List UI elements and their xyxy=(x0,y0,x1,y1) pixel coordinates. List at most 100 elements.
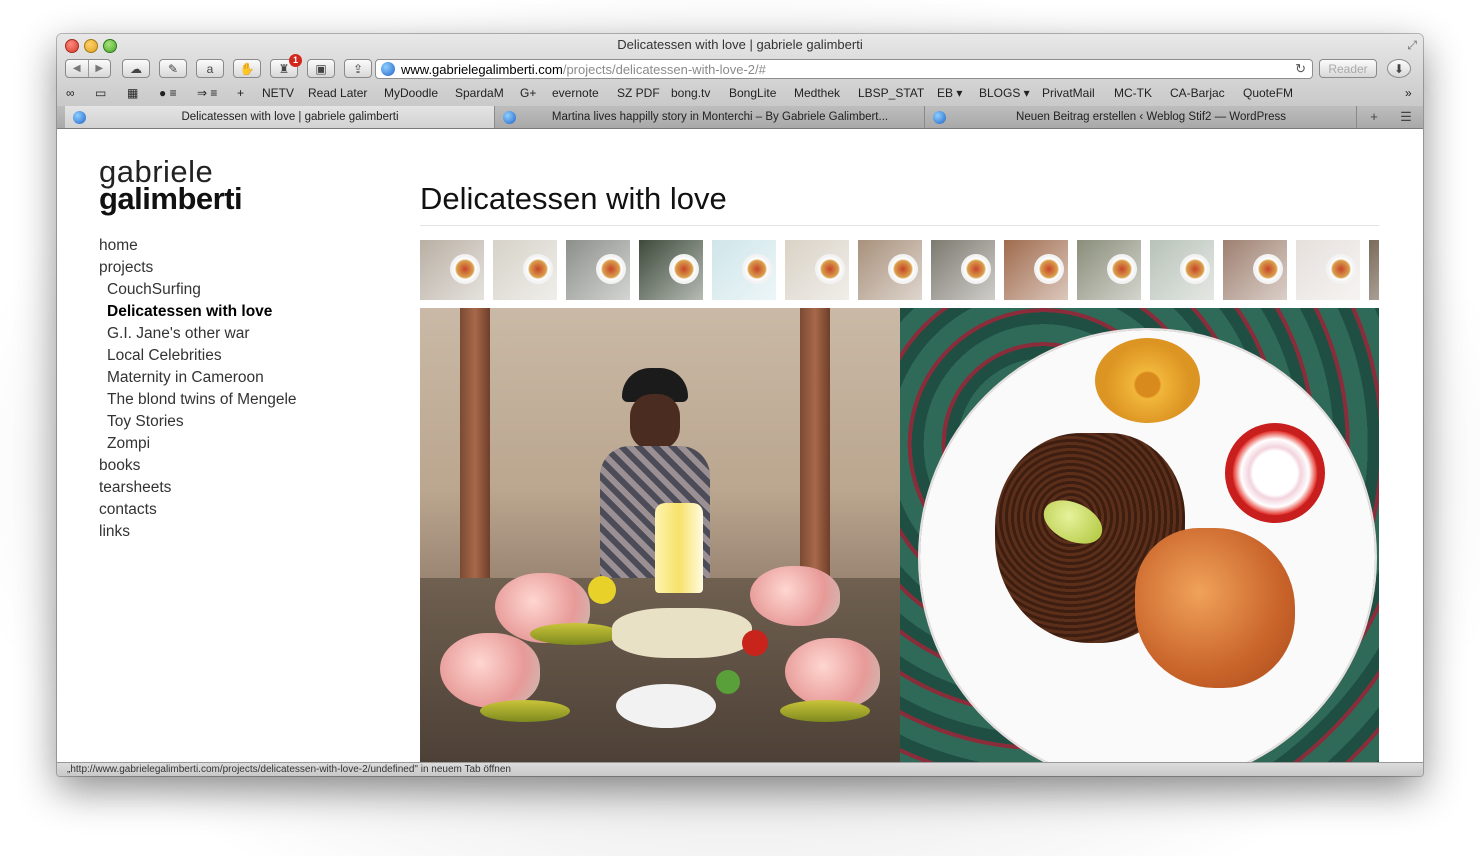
conch-shell xyxy=(750,566,840,626)
bookmark-medthek[interactable]: Medthek xyxy=(794,86,840,100)
thumbnail-plate xyxy=(450,254,480,284)
reader-button[interactable]: Reader xyxy=(1319,59,1377,78)
nav-project-local-celebrities[interactable]: Local Celebrities xyxy=(99,345,297,367)
nav-project-gi-jane[interactable]: G.I. Jane's other war xyxy=(99,323,297,345)
nav-project-blond-twins[interactable]: The blond twins of Mengele xyxy=(99,389,297,411)
bookmark-sz-pdf[interactable]: SZ PDF xyxy=(617,86,660,100)
bookmark-privatmail[interactable]: PrivatMail xyxy=(1042,86,1095,100)
banana xyxy=(530,623,620,645)
nav-project-zompi[interactable]: Zompi xyxy=(99,433,297,455)
top-sites-icon[interactable]: ▦ xyxy=(127,86,138,100)
apple-menu-icon[interactable]: ● ≡ xyxy=(159,86,177,100)
thumbnail[interactable] xyxy=(1150,240,1214,300)
amazon-button[interactable]: a xyxy=(196,59,224,78)
nav-books[interactable]: books xyxy=(99,455,297,477)
thumbnail-plate xyxy=(523,254,553,284)
bookmarks-book-icon[interactable]: ▭ xyxy=(95,86,106,100)
tab-delicatessen[interactable]: Delicatessen with love | gabriele galimb… xyxy=(65,106,495,128)
thumbnail[interactable] xyxy=(1077,240,1141,300)
tab-overview-icon[interactable]: ☰ xyxy=(1391,106,1421,128)
thumbnail[interactable] xyxy=(566,240,630,300)
address-bar[interactable]: www.gabrielegalimberti.com/projects/deli… xyxy=(375,59,1313,79)
amazon-icon: a xyxy=(206,61,214,76)
thumbnail-plate xyxy=(669,254,699,284)
tab-bar: Delicatessen with love | gabriele galimb… xyxy=(57,106,1423,129)
tool-button[interactable]: ✎ xyxy=(159,59,187,78)
thumbnail[interactable] xyxy=(931,240,995,300)
face xyxy=(630,394,680,450)
globe-icon xyxy=(73,110,86,124)
icloud-button[interactable]: ☁ xyxy=(122,59,150,78)
thumbnail[interactable] xyxy=(420,240,484,300)
bookmark-evernote[interactable]: evernote xyxy=(552,86,599,100)
nav-project-maternity[interactable]: Maternity in Cameroon xyxy=(99,367,297,389)
fullscreen-icon[interactable]: ⤢ xyxy=(1407,38,1417,53)
banana xyxy=(780,700,870,722)
globe-icon xyxy=(933,110,946,124)
screenshot-button[interactable]: ▣ xyxy=(307,59,335,78)
photo-portrait-half xyxy=(420,308,900,762)
bookmarks-bar: ∞ ▭ ▦ ● ≡ ⇒ ≡ + NETV Read Later MyDoodle… xyxy=(57,84,1423,102)
bookmark-eb[interactable]: EB ▾ xyxy=(937,86,962,100)
thumbnail[interactable] xyxy=(493,240,557,300)
redirect-menu-icon[interactable]: ⇒ ≡ xyxy=(197,86,217,100)
thumbnail-plate xyxy=(1107,254,1137,284)
site-nav: home projects CouchSurfing Delicatessen … xyxy=(99,235,297,543)
back-forward-buttons[interactable]: ◀ ▶ xyxy=(65,59,111,78)
thumbnail[interactable] xyxy=(639,240,703,300)
bookmark-netv[interactable]: NETV xyxy=(262,86,294,100)
stewed-chicken xyxy=(1135,528,1295,688)
bookmark-bonglite[interactable]: BongLite xyxy=(729,86,776,100)
bookmark-gplus[interactable]: G+ xyxy=(520,86,536,100)
nav-home[interactable]: home xyxy=(99,235,297,257)
thumbnail[interactable] xyxy=(858,240,922,300)
nav-contacts[interactable]: contacts xyxy=(99,499,297,521)
notification-button[interactable]: ♜ 1 xyxy=(270,54,302,78)
more-bookmarks-icon[interactable]: » xyxy=(1405,86,1412,100)
tab-martina[interactable]: Martina lives happilly story in Monterch… xyxy=(495,106,925,128)
bookmark-bongtv[interactable]: bong.tv xyxy=(671,86,710,100)
thumbnail[interactable] xyxy=(1369,240,1379,300)
tab-wordpress[interactable]: Neuen Beitrag erstellen ‹ Weblog Stif2 —… xyxy=(925,106,1357,128)
downloads-button[interactable]: ⬇ xyxy=(1387,59,1411,78)
nav-project-couchsurfing[interactable]: CouchSurfing xyxy=(99,279,297,301)
bookmark-mc-tk[interactable]: MC-TK xyxy=(1114,86,1152,100)
bookmark-blogs[interactable]: BLOGS ▾ xyxy=(979,86,1030,100)
new-tab-button[interactable]: + xyxy=(1359,106,1389,128)
thumbnail[interactable] xyxy=(785,240,849,300)
share-button[interactable]: ⇪ xyxy=(344,59,372,78)
nav-project-delicatessen[interactable]: Delicatessen with love xyxy=(99,301,297,323)
thumbnail[interactable] xyxy=(1223,240,1287,300)
status-bar: „http://www.gabrielegalimberti.com/proje… xyxy=(57,762,1423,776)
bookmark-read-later[interactable]: Read Later xyxy=(308,86,367,100)
bookmark-lbsp-stat[interactable]: LBSP_STAT xyxy=(858,86,924,100)
site-logo-last-name[interactable]: galimberti xyxy=(99,183,243,215)
notification-icon: ♜ xyxy=(278,61,290,76)
nav-project-toy-stories[interactable]: Toy Stories xyxy=(99,411,297,433)
bookmark-quotefm[interactable]: QuoteFM xyxy=(1243,86,1293,100)
bookmark-spardam[interactable]: SpardaM xyxy=(455,86,504,100)
forward-arrow-icon[interactable]: ▶ xyxy=(89,63,111,74)
thumbnail-plate xyxy=(1253,254,1283,284)
thumbnail-plate xyxy=(961,254,991,284)
nav-tearsheets[interactable]: tearsheets xyxy=(99,477,297,499)
back-arrow-icon[interactable]: ◀ xyxy=(66,63,88,74)
extension-button[interactable]: ✋ xyxy=(233,59,261,78)
thumbnail[interactable] xyxy=(712,240,776,300)
globe-icon xyxy=(503,110,516,124)
add-bookmark-icon[interactable]: + xyxy=(237,86,244,100)
reading-list-icon[interactable]: ∞ xyxy=(66,86,75,100)
thumbnail-plate xyxy=(742,254,772,284)
fish-plate xyxy=(616,684,716,728)
bookmark-mydoodle[interactable]: MyDoodle xyxy=(384,86,438,100)
thumbnail[interactable] xyxy=(1004,240,1068,300)
tomato xyxy=(742,630,768,656)
notification-badge: 1 xyxy=(289,54,302,67)
main-photo[interactable] xyxy=(420,308,1379,762)
thumbnail[interactable] xyxy=(1296,240,1360,300)
bookmark-ca-barjac[interactable]: CA-Barjac xyxy=(1170,86,1225,100)
nav-links[interactable]: links xyxy=(99,521,297,543)
title-and-toolbar: Delicatessen with love | gabriele galimb… xyxy=(57,34,1423,107)
reload-icon[interactable]: ↻ xyxy=(1295,61,1306,77)
nav-projects[interactable]: projects xyxy=(99,257,297,279)
